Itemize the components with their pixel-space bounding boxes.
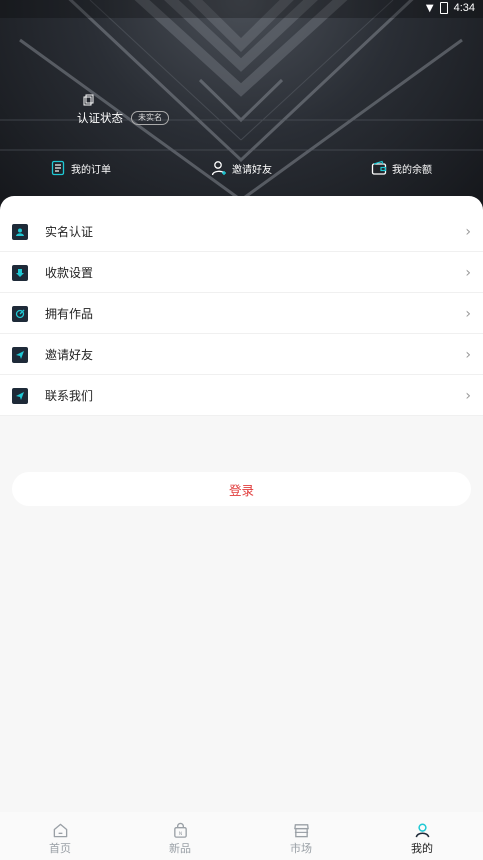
menu-item-contact-us[interactable]: 联系我们 ›: [0, 376, 483, 416]
login-button[interactable]: 登录: [12, 472, 471, 506]
menu-label: 拥有作品: [45, 307, 94, 321]
menu-label: 收款设置: [45, 266, 94, 280]
chevron-right-icon: ›: [465, 387, 471, 404]
wallet-icon: [371, 160, 387, 175]
battery-icon: [439, 2, 448, 14]
my-balance-button[interactable]: 我的余额: [371, 160, 432, 176]
status-time: 4:34: [453, 2, 475, 14]
store-icon: [293, 824, 309, 838]
send-icon: [12, 387, 28, 404]
tab-label: 我的: [411, 842, 433, 855]
menu-item-payment-settings[interactable]: 收款设置 ›: [0, 253, 483, 293]
tab-label: 新品: [169, 842, 191, 855]
home-icon: [53, 823, 67, 838]
menu-label: 联系我们: [45, 389, 94, 403]
tab-new-products[interactable]: N 新品: [150, 822, 210, 856]
chevron-right-icon: ›: [465, 305, 471, 322]
auth-status-label: 认证状态: [77, 111, 123, 125]
my-orders-button[interactable]: 我的订单: [50, 160, 111, 176]
bag-icon: N: [173, 822, 187, 838]
tunnel-background: [0, 0, 483, 202]
tab-label: 首页: [49, 842, 71, 855]
tab-home[interactable]: 首页: [30, 822, 90, 856]
my-orders-label: 我的订单: [71, 164, 111, 176]
profile-header: ▼ 4:34 认证状态 未实名 我的订单 邀请好友 我的余额: [0, 0, 483, 215]
download-icon: [12, 264, 28, 281]
auth-status-badge: 未实名: [131, 111, 169, 125]
tab-mine[interactable]: 我的: [392, 822, 452, 856]
bottom-tab-bar: 首页 N 新品 市场 我的: [0, 812, 483, 860]
my-balance-label: 我的余额: [392, 164, 432, 176]
invite-friends-button[interactable]: 邀请好友: [211, 160, 272, 176]
wifi-icon: ▼: [425, 2, 434, 14]
chevron-right-icon: ›: [465, 264, 471, 281]
copy-icon[interactable]: [83, 94, 95, 106]
tab-label: 市场: [290, 842, 312, 855]
status-bar: ▼ 4:34: [0, 0, 483, 18]
user-icon: [415, 823, 429, 838]
menu-item-real-name-auth[interactable]: 实名认证 ›: [0, 212, 483, 252]
menu-item-owned-works[interactable]: 拥有作品 ›: [0, 294, 483, 334]
order-list-icon: [51, 160, 65, 176]
svg-text:N: N: [178, 831, 182, 837]
menu-label: 邀请好友: [45, 348, 94, 362]
menu-label: 实名认证: [45, 225, 94, 239]
user-add-icon: [211, 161, 226, 176]
chevron-right-icon: ›: [465, 223, 471, 240]
chevron-right-icon: ›: [465, 346, 471, 363]
id-card-icon: [12, 223, 28, 240]
menu-card: 实名认证 › 收款设置 › 拥有作品 › 邀请好友 › 联系我们 ›: [0, 196, 483, 416]
menu-item-invite-friends[interactable]: 邀请好友 ›: [0, 335, 483, 375]
send-icon: [12, 346, 28, 363]
artwork-icon: [12, 305, 28, 322]
tab-market[interactable]: 市场: [271, 822, 331, 856]
invite-friends-label: 邀请好友: [232, 164, 272, 176]
